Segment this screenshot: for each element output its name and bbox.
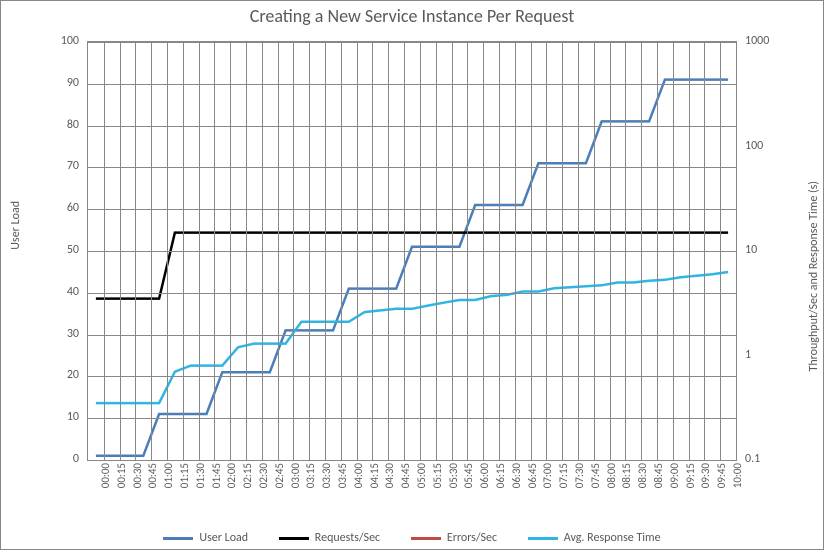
y1-axis-label: User Load bbox=[9, 201, 23, 250]
y2-ticks: 0.11101001000 bbox=[741, 41, 785, 461]
legend-item-response: Avg. Response Time bbox=[528, 531, 661, 545]
series-svg bbox=[88, 42, 736, 460]
legend-label: Avg. Response Time bbox=[564, 531, 661, 545]
legend-item-userload: User Load bbox=[163, 531, 248, 545]
legend-label: Errors/Sec bbox=[447, 531, 497, 545]
legend-item-errors: Errors/Sec bbox=[411, 531, 497, 545]
legend-item-requests: Requests/Sec bbox=[279, 531, 380, 545]
legend-label: Requests/Sec bbox=[315, 531, 380, 545]
plot-area bbox=[87, 41, 737, 461]
chart-container: Creating a New Service Instance Per Requ… bbox=[0, 0, 824, 550]
chart-title: Creating a New Service Instance Per Requ… bbox=[1, 5, 823, 27]
legend-label: User Load bbox=[199, 531, 248, 545]
legend: User Load Requests/Sec Errors/Sec Avg. R… bbox=[1, 530, 823, 546]
x-ticks: 00:0000:1500:3000:4501:0001:1501:3001:45… bbox=[87, 463, 737, 523]
y1-ticks: 0102030405060708090100 bbox=[47, 41, 83, 461]
y2-axis-label: Throughput/Sec and Response Time (s) bbox=[807, 181, 821, 371]
